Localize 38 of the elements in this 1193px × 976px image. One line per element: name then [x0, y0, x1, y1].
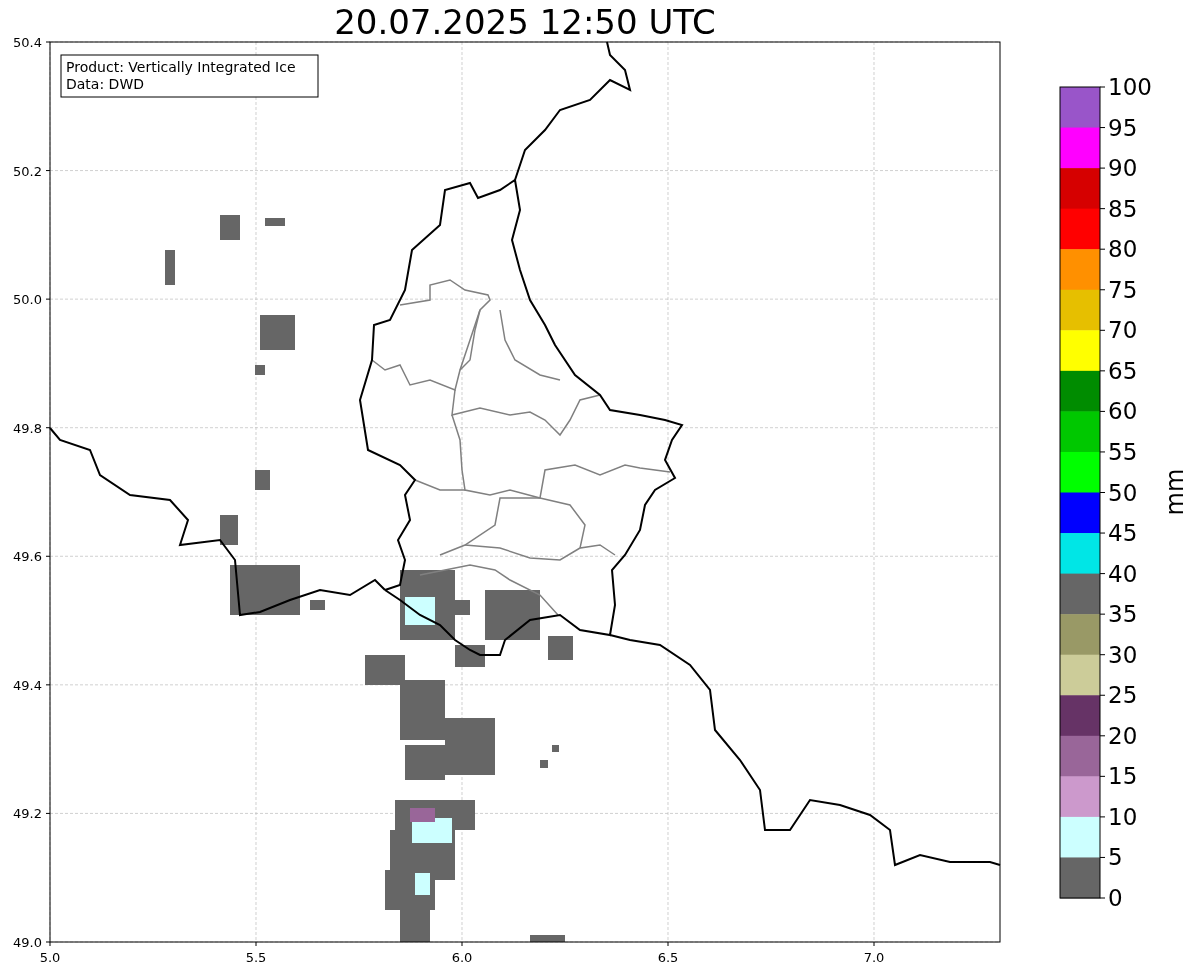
- colorbar-tick-label: 85: [1108, 195, 1138, 222]
- colorbar-tick-label: 90: [1108, 155, 1138, 182]
- chart-title: 20.07.2025 12:50 UTC: [334, 2, 716, 42]
- colorbar-tick-label: 40: [1108, 560, 1138, 587]
- colorbar-tick-label: 75: [1108, 276, 1138, 303]
- colorbar-tick-label: 50: [1108, 479, 1138, 506]
- colorbar-tick-label: 65: [1108, 357, 1138, 384]
- colorbar-tick-label: 100: [1108, 74, 1152, 100]
- y-tick-label: 49.6: [13, 549, 42, 565]
- legend-text: Data: DWD: [66, 76, 144, 92]
- y-tick-label: 50.0: [13, 292, 42, 308]
- y-tick-label: 49.2: [13, 806, 42, 822]
- x-tick-label: 5.0: [39, 950, 61, 965]
- y-tick-label: 49.0: [13, 935, 42, 950]
- colorbar-tick-label: 30: [1108, 641, 1138, 668]
- colorbar-tick-label: 35: [1108, 601, 1138, 628]
- colorbar-tick-label: 5: [1108, 844, 1123, 871]
- colorbar-tick-label: 0: [1108, 885, 1123, 911]
- x-tick-label: 6.0: [451, 950, 473, 965]
- x-tick-label: 7.0: [863, 950, 885, 965]
- y-tick-label: 50.4: [13, 35, 42, 50]
- x-tick-label: 5.5: [245, 950, 267, 965]
- y-tick-label: 49.4: [13, 677, 42, 693]
- colorbar-tick-label: 15: [1108, 763, 1138, 790]
- colorbar-unit-label: mm: [1161, 468, 1189, 516]
- colorbar-tick-label: 70: [1108, 317, 1138, 344]
- x-tick-label: 6.5: [657, 950, 679, 965]
- colorbar-tick-label: 45: [1108, 520, 1138, 547]
- colorbar-tick-label: 80: [1108, 236, 1138, 263]
- y-tick-label: 49.8: [13, 420, 42, 436]
- colorbar-tick-label: 55: [1108, 438, 1138, 465]
- colorbar-tick-label: 20: [1108, 722, 1138, 749]
- legend-text: Product: Vertically Integrated Ice: [66, 59, 296, 75]
- colorbar-tick-label: 60: [1108, 398, 1138, 425]
- colorbar-tick-label: 25: [1108, 682, 1138, 709]
- y-tick-label: 50.2: [13, 163, 42, 179]
- colorbar-tick-label: 95: [1108, 114, 1138, 141]
- colorbar-tick-label: 10: [1108, 803, 1138, 830]
